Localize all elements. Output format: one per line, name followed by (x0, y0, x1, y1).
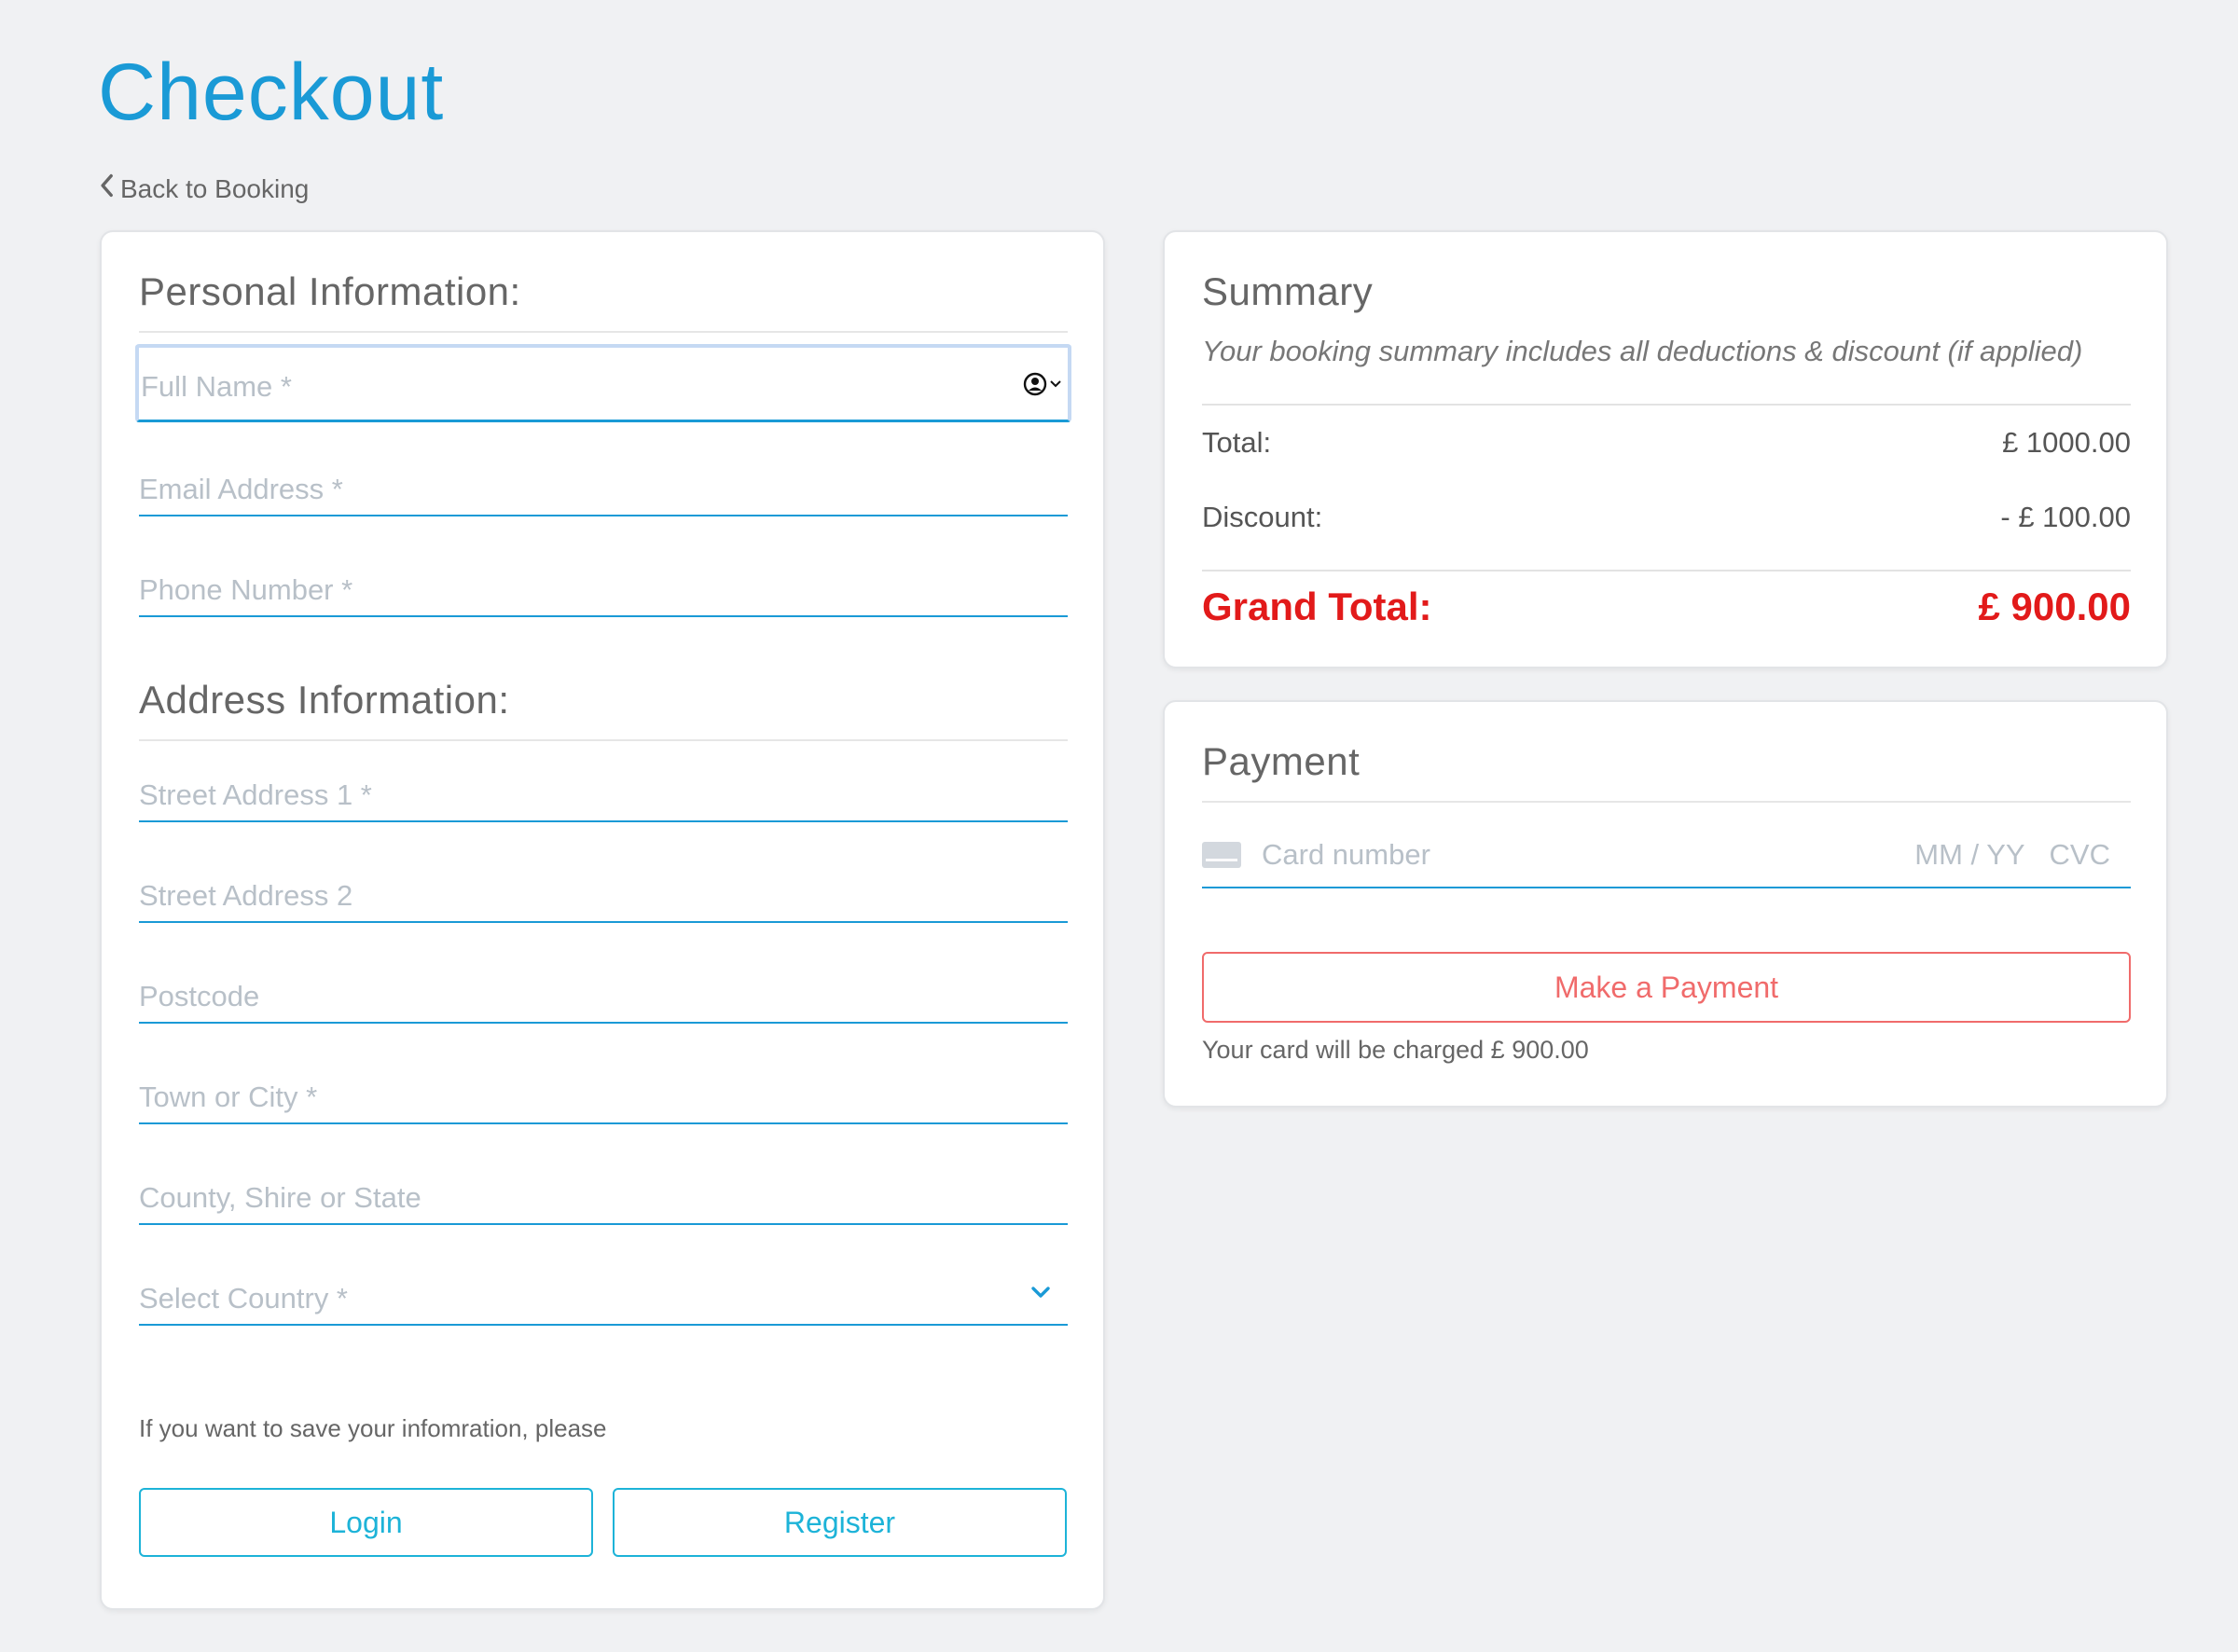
total-row: Total: £ 1000.00 (1202, 426, 2131, 460)
autofill-contact-icon[interactable] (1023, 372, 1062, 396)
county-field[interactable] (139, 1160, 1068, 1225)
street-address-1-input[interactable] (139, 757, 1068, 820)
phone-field[interactable] (139, 552, 1068, 617)
total-label: Total: (1202, 426, 1272, 459)
page-title: Checkout (98, 48, 445, 137)
country-select[interactable] (139, 1260, 1068, 1326)
save-info-prompt: If you want to save your infomration, pl… (139, 1414, 607, 1442)
make-payment-button[interactable]: Make a Payment (1202, 952, 2131, 1023)
card-details-field[interactable]: Card number MM / YY CVC (1202, 823, 2131, 888)
phone-input[interactable] (139, 552, 1068, 615)
email-input[interactable] (139, 451, 1068, 515)
grand-total-divider (1202, 570, 2131, 571)
town-field[interactable] (139, 1059, 1068, 1124)
card-number-placeholder[interactable]: Card number (1262, 838, 1430, 872)
summary-divider (1202, 404, 2131, 406)
payment-card: Payment Card number MM / YY CVC Make a P… (1163, 700, 2168, 1108)
grand-total-row: Grand Total: £ 900.00 (1202, 585, 2131, 629)
full-name-field[interactable] (135, 344, 1071, 422)
summary-heading: Summary (1202, 269, 1374, 313)
payment-heading: Payment (1202, 739, 2131, 803)
country-select-input[interactable] (139, 1260, 1068, 1324)
discount-row: Discount: - £ 100.00 (1202, 501, 2131, 534)
full-name-input[interactable] (139, 348, 1068, 420)
email-field[interactable] (139, 451, 1068, 516)
charge-note: Your card will be charged £ 900.00 (1202, 1036, 1589, 1064)
street-address-1-field[interactable] (139, 757, 1068, 822)
chevron-down-icon[interactable] (1030, 1286, 1051, 1299)
grand-total-value: £ 900.00 (1978, 585, 2132, 628)
postcode-field[interactable] (139, 958, 1068, 1024)
register-button[interactable]: Register (613, 1488, 1067, 1557)
address-info-heading: Address Information: (139, 678, 1068, 741)
summary-card: Summary Your booking summary includes al… (1163, 230, 2168, 668)
postcode-input[interactable] (139, 958, 1068, 1022)
street-address-2-input[interactable] (139, 858, 1068, 921)
back-to-booking-link[interactable]: Back to Booking (98, 173, 309, 204)
total-value: £ 1000.00 (2002, 426, 2131, 459)
login-button[interactable]: Login (139, 1488, 593, 1557)
summary-subtitle: Your booking summary includes all deduct… (1202, 335, 2083, 367)
discount-value: - £ 100.00 (2000, 501, 2131, 533)
county-input[interactable] (139, 1160, 1068, 1223)
grand-total-label: Grand Total: (1202, 585, 1432, 628)
town-input[interactable] (139, 1059, 1068, 1122)
street-address-2-field[interactable] (139, 858, 1068, 923)
customer-details-card: Personal Information: Address Informatio… (100, 230, 1105, 1610)
discount-label: Discount: (1202, 501, 1323, 533)
expiry-placeholder[interactable]: MM / YY (1914, 838, 2024, 872)
chevron-left-icon (98, 173, 115, 204)
cvc-placeholder[interactable]: CVC (2050, 838, 2110, 872)
back-link-label: Back to Booking (120, 173, 310, 203)
personal-info-heading: Personal Information: (139, 269, 1068, 333)
credit-card-icon (1202, 842, 1241, 868)
